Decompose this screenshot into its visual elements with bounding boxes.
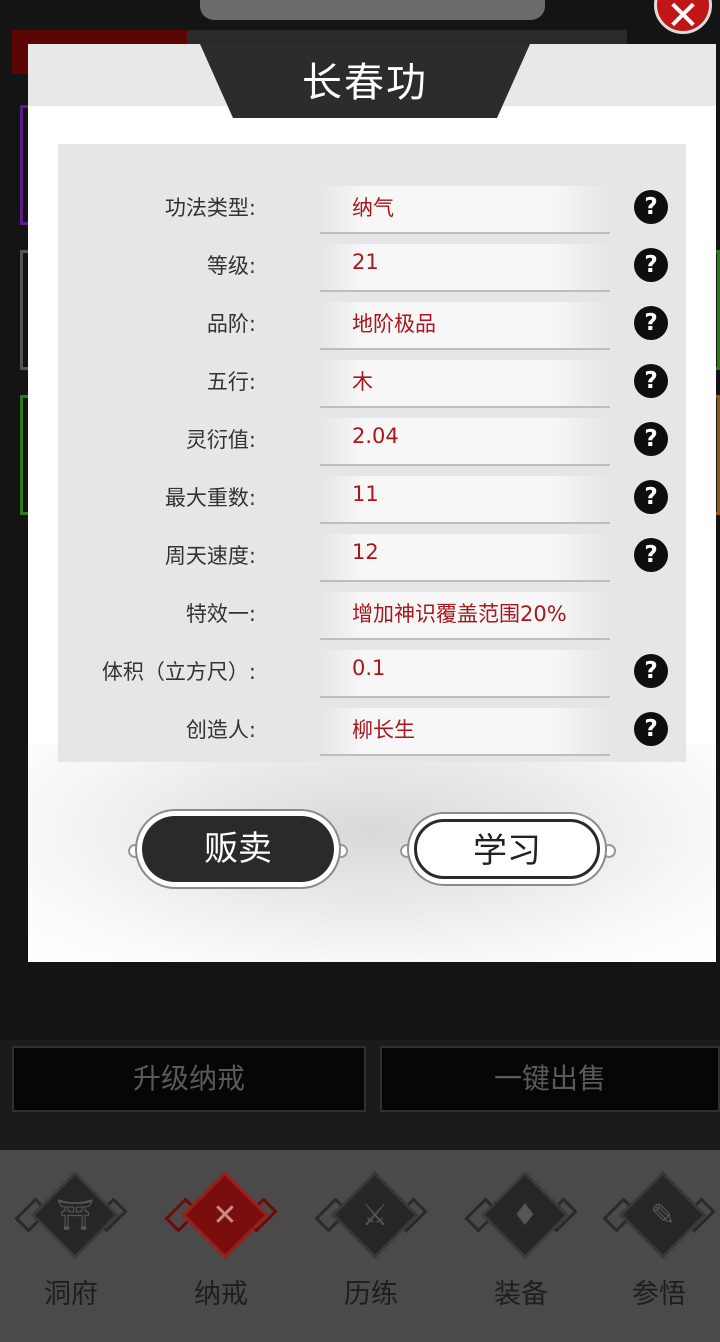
nav-label: 参悟 bbox=[632, 1279, 686, 1310]
stat-value: 纳气 bbox=[352, 196, 394, 220]
stat-value: 木 bbox=[352, 370, 373, 394]
nav-item-training[interactable]: ⚔ 历练 bbox=[314, 1171, 428, 1328]
stat-label: 最大重数: bbox=[164, 486, 256, 510]
stat-row: 体积（立方尺）: 0.1 ? bbox=[58, 642, 686, 700]
stat-label: 灵衍值: bbox=[185, 428, 256, 452]
stat-label: 创造人: bbox=[185, 718, 256, 742]
stat-value: 地阶极品 bbox=[352, 312, 436, 336]
nav-label: 装备 bbox=[494, 1279, 548, 1310]
help-icon[interactable]: ? bbox=[634, 306, 668, 340]
button-ornament bbox=[128, 844, 142, 858]
bottom-nav: ⛩ 洞府 ✕ 纳戒 ⚔ 历练 ♦ 装备 ✎ 参悟 bbox=[0, 1150, 720, 1342]
stat-row: 灵衍值: 2.04 ? bbox=[58, 410, 686, 468]
stat-value: 0.1 bbox=[352, 656, 386, 680]
stat-value: 11 bbox=[352, 482, 379, 506]
help-icon[interactable]: ? bbox=[634, 538, 668, 572]
background-title-plate bbox=[200, 0, 545, 20]
stat-label: 体积（立方尺）: bbox=[101, 660, 256, 684]
help-icon[interactable]: ? bbox=[634, 364, 668, 398]
stat-value: 12 bbox=[352, 540, 379, 564]
stat-row: 创造人: 柳长生 ? bbox=[58, 700, 686, 758]
stat-row: 功法类型: 纳气 ? bbox=[58, 178, 686, 236]
button-ornament bbox=[334, 844, 348, 858]
stat-label: 功法类型: bbox=[164, 196, 256, 220]
nav-label: 纳戒 bbox=[194, 1279, 248, 1310]
help-icon[interactable]: ? bbox=[634, 654, 668, 688]
stat-row: 特效一: 增加神识覆盖范围20% bbox=[58, 584, 686, 642]
stat-row: 等级: 21 ? bbox=[58, 236, 686, 294]
action-bar: 升级纳戒 一键出售 bbox=[0, 1040, 720, 1150]
crossed-swords-icon: ⚔ bbox=[361, 1198, 389, 1233]
sell-button[interactable]: 贩卖 bbox=[142, 816, 334, 882]
close-cross-icon: ✕ bbox=[212, 1198, 238, 1233]
upgrade-ring-button[interactable]: 升级纳戒 bbox=[12, 1046, 366, 1112]
pavilion-icon: ⛩ bbox=[55, 1198, 95, 1233]
help-icon[interactable]: ? bbox=[634, 480, 668, 514]
stat-label: 品阶: bbox=[206, 312, 256, 336]
nav-item-equipment[interactable]: ♦ 装备 bbox=[464, 1171, 578, 1328]
stat-row: 最大重数: 11 ? bbox=[58, 468, 686, 526]
nav-item-cave[interactable]: ⛩ 洞府 bbox=[14, 1171, 128, 1328]
stat-label: 等级: bbox=[206, 254, 256, 278]
button-ornament bbox=[400, 844, 414, 858]
learn-button[interactable]: 学习 bbox=[414, 819, 600, 879]
nav-label: 历练 bbox=[344, 1279, 398, 1310]
stat-row: 五行: 木 ? bbox=[58, 352, 686, 410]
help-icon[interactable]: ? bbox=[634, 190, 668, 224]
stat-value: 21 bbox=[352, 250, 379, 274]
stat-label: 特效一: bbox=[185, 602, 256, 626]
skill-detail-dialog: 长春功 功法类型: 纳气 ? 等级: 21 ? 品阶: 地阶极品 ? 五行: 木… bbox=[28, 44, 716, 962]
stat-value: 2.04 bbox=[352, 424, 399, 448]
help-icon[interactable]: ? bbox=[634, 248, 668, 282]
stat-label: 五行: bbox=[206, 370, 256, 394]
open-book-icon: ✎ bbox=[650, 1198, 676, 1233]
stat-label: 周天速度: bbox=[164, 544, 256, 568]
nav-item-ring[interactable]: ✕ 纳戒 bbox=[164, 1171, 278, 1328]
dialog-title: 长春功 bbox=[302, 60, 428, 106]
stat-value: 增加神识覆盖范围20% bbox=[352, 602, 567, 626]
dagger-icon: ♦ bbox=[511, 1198, 539, 1233]
nav-item-comprehend[interactable]: ✎ 参悟 bbox=[602, 1171, 716, 1328]
stat-value: 柳长生 bbox=[352, 718, 415, 742]
help-icon[interactable]: ? bbox=[634, 422, 668, 456]
help-icon[interactable]: ? bbox=[634, 712, 668, 746]
stats-panel: 功法类型: 纳气 ? 等级: 21 ? 品阶: 地阶极品 ? 五行: 木 ? 灵… bbox=[58, 144, 686, 762]
sell-all-button[interactable]: 一键出售 bbox=[380, 1046, 720, 1112]
stat-row: 品阶: 地阶极品 ? bbox=[58, 294, 686, 352]
nav-label: 洞府 bbox=[44, 1279, 98, 1310]
button-ornament bbox=[602, 844, 616, 858]
stat-row: 周天速度: 12 ? bbox=[58, 526, 686, 584]
